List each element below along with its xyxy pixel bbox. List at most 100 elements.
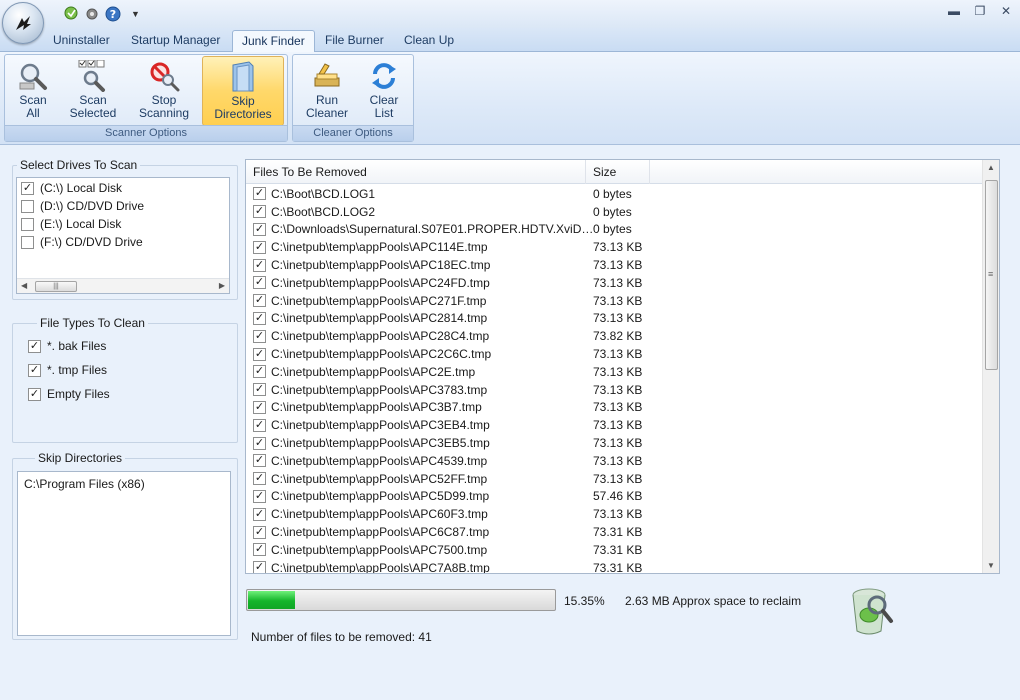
- row-checkbox[interactable]: ✓: [253, 383, 266, 397]
- drive-f-checkbox[interactable]: [21, 235, 34, 249]
- row-checkbox[interactable]: ✓: [253, 507, 266, 521]
- row-checkbox[interactable]: ✓: [253, 418, 266, 432]
- drive-e-checkbox[interactable]: [21, 217, 34, 231]
- drive-item-e[interactable]: (E:\) Local Disk: [21, 215, 121, 233]
- minimize-icon[interactable]: ▬: [948, 4, 960, 18]
- table-row[interactable]: ✓ C:\inetpub\temp\appPools\APC3783.tmp 73.…: [246, 381, 983, 399]
- table-row[interactable]: ✓ C:\Boot\BCD.LOG1 0 bytes: [246, 185, 983, 203]
- stop-scanning-line2: Scanning: [138, 106, 190, 120]
- column-size-header[interactable]: Size: [586, 160, 650, 184]
- table-row[interactable]: ✓ C:\inetpub\temp\appPools\APC114E.tmp 73.…: [246, 238, 983, 256]
- app-menu-button[interactable]: [2, 2, 44, 44]
- table-row[interactable]: ✓ C:\inetpub\temp\appPools\APC7500.tmp 73.…: [246, 541, 983, 559]
- table-row[interactable]: ✓ C:\inetpub\temp\appPools\APC3EB5.tmp 73.…: [246, 434, 983, 452]
- row-size: 0 bytes: [593, 186, 632, 201]
- drive-d-checkbox[interactable]: [21, 199, 34, 213]
- row-checkbox[interactable]: ✓: [253, 205, 266, 219]
- gear-icon[interactable]: [83, 5, 101, 23]
- column-path-header[interactable]: Files To Be Removed: [246, 160, 586, 184]
- row-checkbox[interactable]: ✓: [253, 276, 266, 290]
- row-size: 73.31 KB: [593, 560, 643, 574]
- clear-list-button[interactable]: Clear List: [359, 56, 409, 126]
- row-checkbox[interactable]: ✓: [253, 347, 266, 361]
- row-size: 73.13 KB: [593, 382, 643, 397]
- skip-directories-line2: Directories: [214, 107, 272, 121]
- table-row[interactable]: ✓ C:\inetpub\temp\appPools\APC60F3.tmp 73.…: [246, 505, 983, 523]
- list-vertical-scrollbar[interactable]: ▲ ≡ ▼: [982, 160, 999, 573]
- table-row[interactable]: ✓ C:\inetpub\temp\appPools\APC2E.tmp 73.13…: [246, 363, 983, 381]
- row-checkbox[interactable]: ✓: [253, 525, 266, 539]
- broom-icon[interactable]: [62, 5, 80, 23]
- row-checkbox[interactable]: ✓: [253, 294, 266, 308]
- row-checkbox[interactable]: ✓: [253, 436, 266, 450]
- bak-checkbox[interactable]: ✓: [28, 339, 41, 353]
- table-row[interactable]: ✓ C:\inetpub\temp\appPools\APC24FD.tmp 73.…: [246, 274, 983, 292]
- stop-scanning-button[interactable]: Stop Scanning: [131, 56, 197, 126]
- row-path: C:\inetpub\temp\appPools\APC114E.tmp: [271, 240, 488, 255]
- table-row[interactable]: ✓ C:\inetpub\temp\appPools\APC7A8B.tmp 73.…: [246, 559, 983, 574]
- row-checkbox[interactable]: ✓: [253, 311, 266, 325]
- vertical-scroll-thumb[interactable]: ≡: [985, 180, 998, 370]
- file-type-bak[interactable]: ✓ *. bak Files: [28, 337, 106, 355]
- run-cleaner-button[interactable]: Run Cleaner: [299, 56, 355, 126]
- row-checkbox[interactable]: ✓: [253, 329, 266, 343]
- tab-clean-up[interactable]: Clean Up: [395, 30, 463, 52]
- row-checkbox[interactable]: ✓: [253, 561, 266, 573]
- app-logo-icon: [16, 16, 31, 30]
- table-row[interactable]: ✓ C:\Boot\BCD.LOG2 0 bytes: [246, 203, 983, 221]
- row-checkbox[interactable]: ✓: [253, 472, 266, 486]
- files-to-remove-list: Files To Be Removed Size ✓ C:\Boot\BCD.LO…: [245, 159, 1000, 574]
- table-row[interactable]: ✓ C:\inetpub\temp\appPools\APC3EB4.tmp 73.…: [246, 416, 983, 434]
- progress-percent: 15.35%: [564, 594, 605, 608]
- row-checkbox[interactable]: ✓: [253, 454, 266, 468]
- table-row[interactable]: ✓ C:\inetpub\temp\appPools\APC28C4.tmp 73.…: [246, 327, 983, 345]
- tmp-checkbox[interactable]: ✓: [28, 363, 41, 377]
- drive-d-label: (D:\) CD/DVD Drive: [40, 199, 144, 213]
- table-row[interactable]: ✓ C:\inetpub\temp\appPools\APC5D99.tmp 57.…: [246, 488, 983, 506]
- skip-directories-button[interactable]: Skip Directories: [202, 56, 284, 126]
- table-row[interactable]: ✓ C:\Downloads\Supernatural.S07E01.PROPER…: [246, 221, 983, 239]
- tab-junk-finder[interactable]: Junk Finder: [232, 30, 315, 52]
- row-checkbox[interactable]: ✓: [253, 258, 266, 272]
- file-type-empty[interactable]: ✓ Empty Files: [28, 385, 110, 403]
- table-row[interactable]: ✓ C:\inetpub\temp\appPools\APC2814.tmp 73.…: [246, 310, 983, 328]
- tab-file-burner[interactable]: File Burner: [316, 30, 393, 52]
- file-type-tmp[interactable]: ✓ *. tmp Files: [28, 361, 107, 379]
- row-path: C:\inetpub\temp\appPools\APC18EC.tmp: [271, 258, 491, 273]
- row-checkbox[interactable]: ✓: [253, 240, 266, 254]
- scroll-down-icon[interactable]: ▼: [987, 561, 995, 570]
- skip-directories-list[interactable]: C:\Program Files (x86): [17, 471, 231, 636]
- help-icon[interactable]: ?: [104, 5, 122, 23]
- customize-dropdown-icon[interactable]: ▼: [131, 9, 140, 19]
- row-checkbox[interactable]: ✓: [253, 187, 266, 201]
- scroll-right-icon[interactable]: ▶: [219, 281, 225, 290]
- row-checkbox[interactable]: ✓: [253, 489, 266, 503]
- tab-uninstaller[interactable]: Uninstaller: [44, 30, 119, 52]
- scan-all-button[interactable]: Scan All: [9, 56, 57, 126]
- close-icon[interactable]: ✕: [1000, 4, 1012, 18]
- row-checkbox[interactable]: ✓: [253, 400, 266, 414]
- drives-horizontal-scrollbar[interactable]: ◀ ||| ▶: [17, 278, 229, 293]
- restore-icon[interactable]: ❐: [974, 4, 986, 18]
- table-row[interactable]: ✓ C:\inetpub\temp\appPools\APC3B7.tmp 73.1…: [246, 399, 983, 417]
- table-row[interactable]: ✓ C:\inetpub\temp\appPools\APC2C6C.tmp 73.…: [246, 345, 983, 363]
- skip-directory-item[interactable]: C:\Program Files (x86): [24, 477, 224, 491]
- table-row[interactable]: ✓ C:\inetpub\temp\appPools\APC18EC.tmp 73.…: [246, 256, 983, 274]
- scroll-left-icon[interactable]: ◀: [21, 281, 27, 290]
- drive-c-checkbox[interactable]: ✓: [21, 181, 34, 195]
- drive-item-f[interactable]: (F:\) CD/DVD Drive: [21, 233, 143, 251]
- scan-selected-button[interactable]: Scan Selected: [63, 56, 123, 126]
- row-checkbox[interactable]: ✓: [253, 222, 266, 236]
- table-row[interactable]: ✓ C:\inetpub\temp\appPools\APC6C87.tmp 73.…: [246, 523, 983, 541]
- row-checkbox[interactable]: ✓: [253, 543, 266, 557]
- scroll-thumb[interactable]: |||: [35, 281, 77, 292]
- row-checkbox[interactable]: ✓: [253, 365, 266, 379]
- table-row[interactable]: ✓ C:\inetpub\temp\appPools\APC4539.tmp 73.…: [246, 452, 983, 470]
- table-row[interactable]: ✓ C:\inetpub\temp\appPools\APC52FF.tmp 73.…: [246, 470, 983, 488]
- empty-checkbox[interactable]: ✓: [28, 387, 41, 401]
- scroll-up-icon[interactable]: ▲: [987, 163, 995, 172]
- drive-item-c[interactable]: ✓ (C:\) Local Disk: [21, 179, 122, 197]
- table-row[interactable]: ✓ C:\inetpub\temp\appPools\APC271F.tmp 73.…: [246, 292, 983, 310]
- drive-item-d[interactable]: (D:\) CD/DVD Drive: [21, 197, 144, 215]
- tab-startup-manager[interactable]: Startup Manager: [122, 30, 229, 52]
